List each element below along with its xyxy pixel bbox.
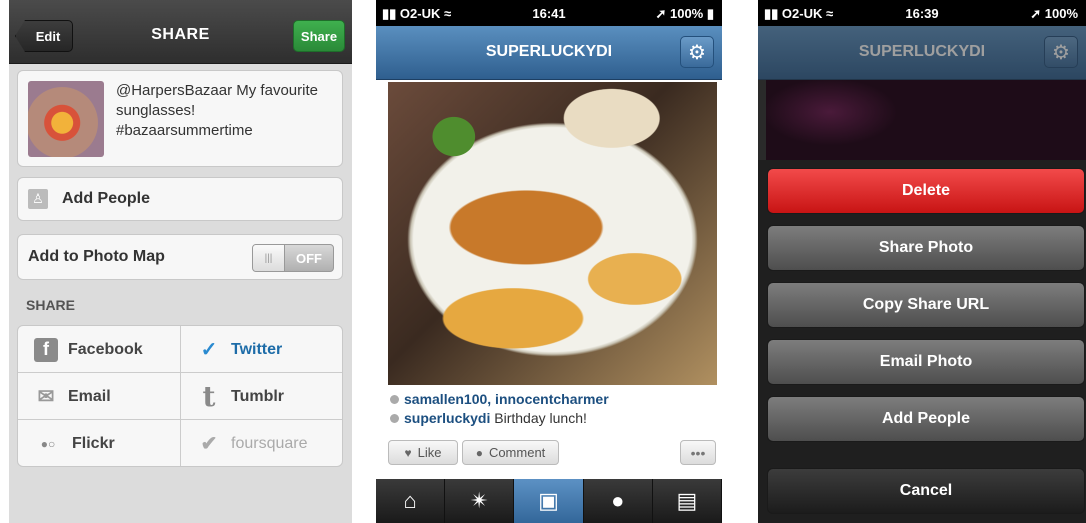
gear-icon: ⚙ [688, 41, 706, 64]
flickr-toggle[interactable]: ●○ Flickr [18, 420, 180, 467]
battery-icon: ▮ [703, 6, 714, 21]
status-bar: ▮▮ O2-UK ≈ 16:41 ➚ 100% ▮ [376, 0, 722, 26]
tab-camera[interactable]: ▣ [514, 479, 584, 523]
tumblr-label: Tumblr [231, 387, 285, 405]
speech-bubble-icon: ● [611, 488, 625, 513]
heart-icon [390, 394, 399, 404]
comment-label: Comment [488, 445, 546, 460]
menu-screen: ▮▮ O2-UK ≈ 16:39 ➚ 100% SUPERLUCKYDI ⚙ D… [758, 0, 1086, 523]
profile-title: SUPERLUCKYDI [858, 43, 986, 60]
share-photo-button[interactable]: Share Photo [767, 225, 1085, 271]
photo[interactable] [388, 82, 717, 385]
photo-map-label: Add to Photo Map [28, 248, 165, 265]
toggle-knob: ||| [253, 245, 285, 271]
share-screen: Edit SHARE Share @HarpersBazaar My favou… [9, 0, 352, 523]
facebook-toggle[interactable]: f Facebook [18, 326, 180, 373]
gear-icon: ⚙ [1052, 41, 1070, 64]
twitter-bird-icon: ✓ [200, 339, 218, 361]
caption-user-link[interactable]: superluckydi [404, 410, 490, 426]
location-arrow-icon: ➚ [655, 6, 670, 21]
copy-share-url-button[interactable]: Copy Share URL [767, 282, 1085, 328]
dimmed-photo [766, 80, 1086, 160]
photo-thumbnail [28, 81, 104, 157]
caption-text[interactable]: @HarpersBazaar My favourite sunglasses! … [116, 81, 334, 141]
twitter-toggle[interactable]: ✓ Twitter [181, 326, 343, 373]
add-people-label: Add People [62, 190, 151, 207]
tumblr-icon: t [202, 380, 216, 413]
photo-map-row: Add to Photo Map ||| OFF [17, 234, 343, 280]
foursquare-icon: ✔ [200, 433, 218, 455]
location-arrow-icon: ➚ [1030, 6, 1045, 21]
comment-icon: ● [475, 445, 483, 460]
share-navbar: Edit SHARE Share [9, 0, 352, 64]
share-services-grid: f Facebook ✓ Twitter ✉ Email t Tumblr ●○… [17, 325, 343, 467]
profile-navbar: SUPERLUCKYDI ⚙ [376, 26, 722, 80]
likers-link[interactable]: samallen100, innocentcharmer [404, 391, 609, 407]
status-bar: ▮▮ O2-UK ≈ 16:39 ➚ 100% [758, 0, 1086, 26]
share-section-header: SHARE [26, 297, 76, 313]
email-label: Email [68, 387, 111, 405]
tab-profile[interactable]: ▤ [653, 479, 722, 523]
like-button[interactable]: ♥ Like [388, 440, 458, 465]
photo-screen: ▮▮ O2-UK ≈ 16:41 ➚ 100% ▮ SUPERLUCKYDI ⚙… [376, 0, 722, 523]
settings-button: ⚙ [1044, 36, 1078, 68]
camera-icon: ▣ [538, 488, 559, 513]
add-people-row[interactable]: ♙ Add People [17, 177, 343, 221]
tab-bar: ⌂ ✴ ▣ ● ▤ [376, 479, 722, 523]
tumblr-toggle[interactable]: t Tumblr [181, 373, 343, 420]
twitter-label: Twitter [231, 340, 283, 358]
add-people-button[interactable]: Add People [767, 396, 1085, 442]
share-button[interactable]: Share [293, 20, 345, 52]
tab-explore[interactable]: ✴ [445, 479, 515, 523]
tab-news[interactable]: ● [584, 479, 653, 523]
toggle-state: OFF [296, 250, 322, 266]
battery-label: ➚ 100% [1030, 6, 1078, 21]
person-icon: ♙ [28, 189, 48, 209]
battery-label: ➚ 100% ▮ [655, 6, 714, 21]
caption-card: @HarpersBazaar My favourite sunglasses! … [17, 70, 343, 167]
flickr-label: Flickr [72, 434, 115, 452]
profile-card-icon: ▤ [676, 488, 698, 513]
facebook-label: Facebook [68, 340, 143, 358]
cancel-button[interactable]: Cancel [767, 468, 1085, 514]
heart-icon: ♥ [404, 445, 412, 460]
foursquare-toggle[interactable]: ✔ foursquare [181, 420, 343, 467]
like-label: Like [417, 445, 442, 460]
more-button[interactable]: ••• [680, 440, 716, 465]
star-icon: ✴ [470, 488, 489, 513]
flickr-icon: ●○ [40, 436, 56, 451]
facebook-icon: f [34, 337, 58, 362]
profile-title: SUPERLUCKYDI [485, 43, 613, 60]
envelope-icon: ✉ [37, 386, 55, 408]
email-toggle[interactable]: ✉ Email [18, 373, 180, 420]
likes-line: samallen100, innocentcharmer [390, 391, 609, 407]
delete-button[interactable]: Delete [767, 168, 1085, 214]
tab-home[interactable]: ⌂ [376, 479, 446, 523]
comment-button[interactable]: ● Comment [462, 440, 559, 465]
caption-line: superluckydi Birthday lunch! [390, 410, 587, 426]
email-photo-button[interactable]: Email Photo [767, 339, 1085, 385]
photo-map-toggle[interactable]: ||| OFF [252, 244, 334, 272]
home-icon: ⌂ [403, 488, 417, 513]
profile-navbar: SUPERLUCKYDI ⚙ [758, 26, 1086, 80]
settings-button[interactable]: ⚙ [680, 36, 714, 68]
foursquare-label: foursquare [231, 434, 308, 452]
caption-text: Birthday lunch! [494, 410, 587, 426]
comment-bubble-icon [390, 413, 399, 423]
